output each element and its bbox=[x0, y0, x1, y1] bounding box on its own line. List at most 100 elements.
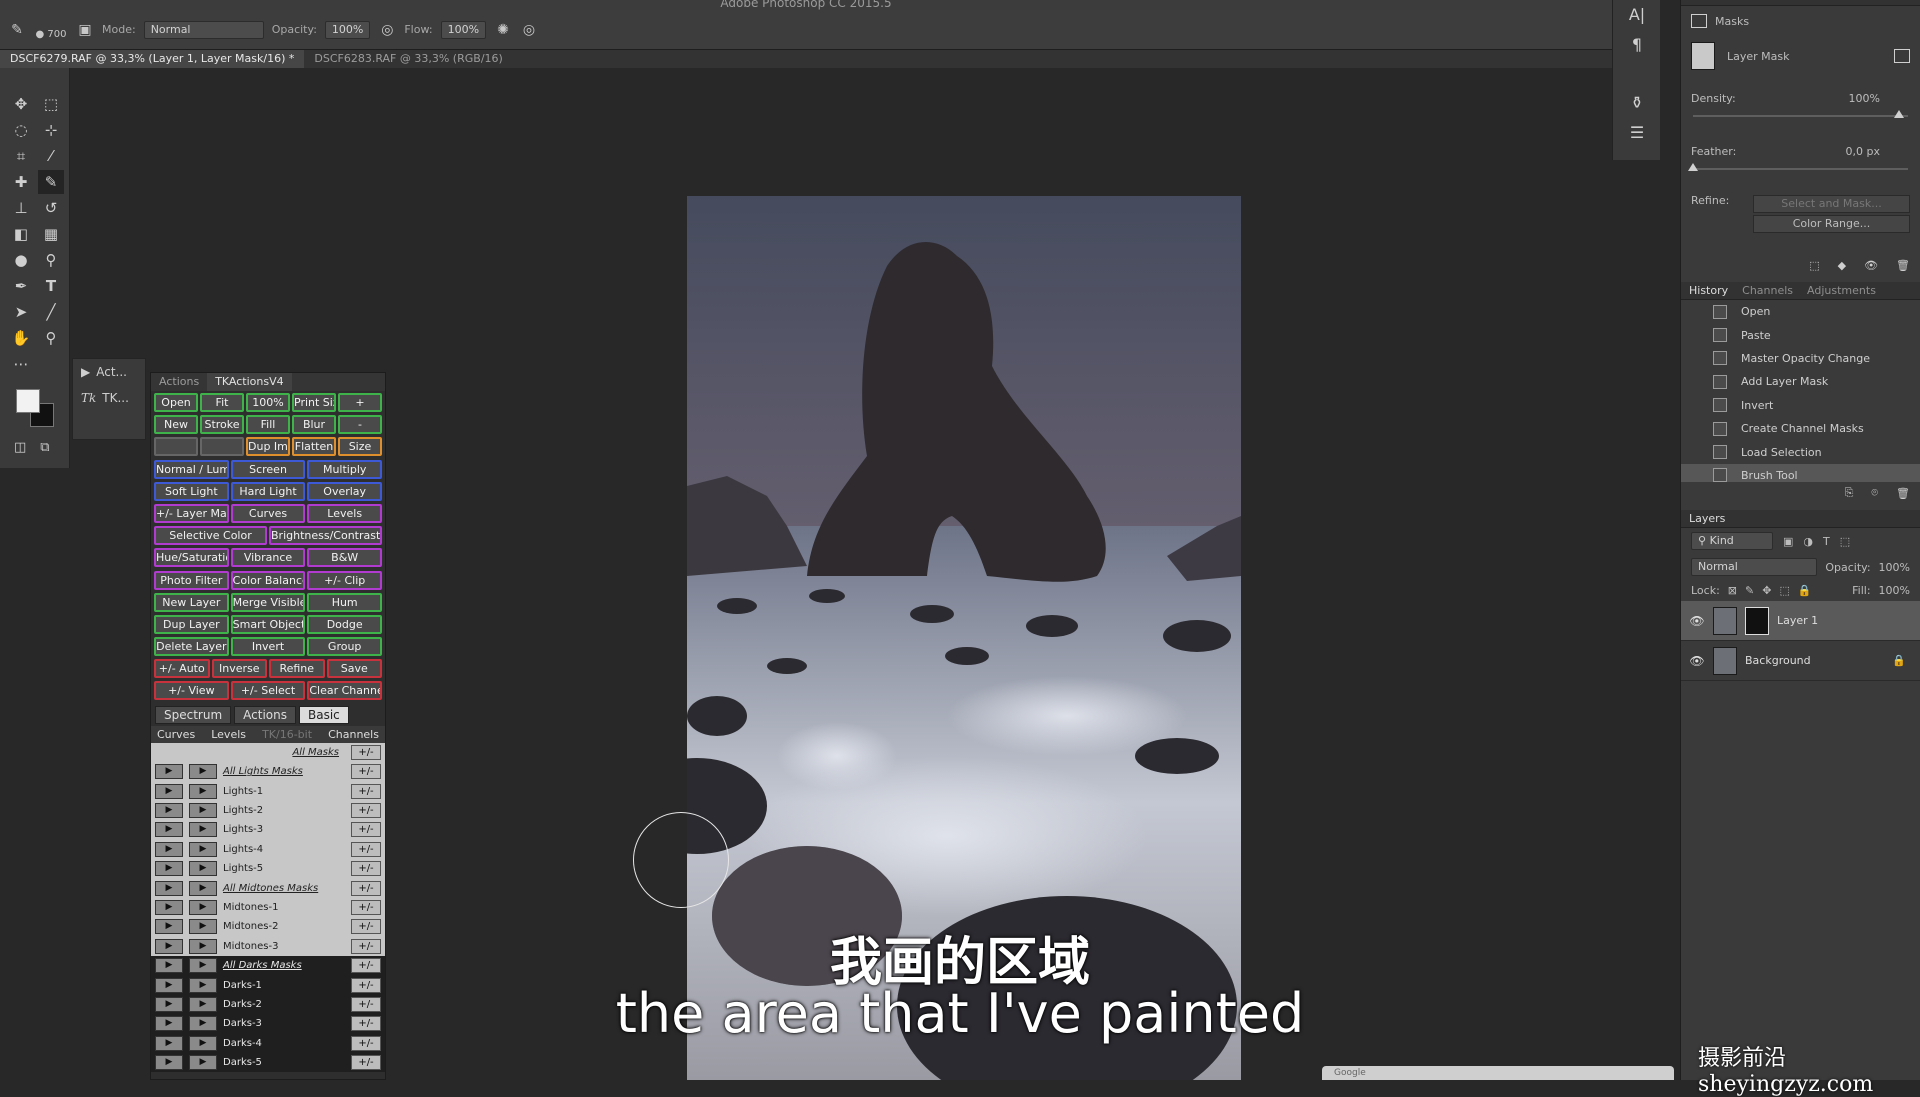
tk-button[interactable]: Curves bbox=[230, 503, 306, 523]
curves-play-button[interactable]: ▶ bbox=[155, 880, 183, 896]
airbrush-icon[interactable]: ✺ bbox=[494, 21, 512, 39]
hand-tool-icon[interactable]: ✋ bbox=[8, 326, 34, 350]
tk-button[interactable]: Delete Layer bbox=[154, 637, 229, 657]
tk-button[interactable]: +/- Select bbox=[230, 681, 306, 701]
mask-toggle-button[interactable]: +/- bbox=[351, 822, 381, 838]
snapshot-icon[interactable]: ⌾ bbox=[1871, 486, 1878, 500]
mask-toggle-button[interactable]: +/- bbox=[351, 841, 381, 857]
history-state[interactable]: Paste bbox=[1681, 323, 1920, 346]
mask-label[interactable]: Lights-2 bbox=[223, 805, 263, 816]
brush-presets-icon[interactable]: ⚱ bbox=[1613, 88, 1661, 118]
tk-button[interactable]: Normal / Lum bbox=[154, 459, 229, 479]
levels-play-button[interactable]: ▶ bbox=[189, 822, 217, 838]
load-selection-icon[interactable]: ⬚ bbox=[1809, 259, 1819, 272]
history-state[interactable]: Create Channel Masks bbox=[1681, 417, 1920, 440]
tk-button[interactable]: Dodge bbox=[307, 614, 383, 634]
curves-play-button[interactable]: ▶ bbox=[155, 861, 183, 877]
layers-title[interactable]: Layers bbox=[1689, 512, 1725, 525]
lock-image-icon[interactable]: ✎ bbox=[1745, 584, 1754, 597]
history-brush-tool-icon[interactable]: ↺ bbox=[38, 196, 64, 220]
subtab-spectrum[interactable]: Spectrum bbox=[155, 705, 232, 724]
lasso-tool-icon[interactable]: ◌ bbox=[8, 118, 34, 142]
tk-button[interactable]: New Layer bbox=[154, 592, 229, 612]
mask-toggle-button[interactable]: +/- bbox=[351, 783, 381, 799]
flow-field[interactable]: 100% bbox=[440, 20, 487, 39]
tk-button[interactable]: Open bbox=[154, 393, 198, 412]
tab-channels[interactable]: Channels bbox=[1742, 284, 1793, 297]
tab-adjustments[interactable]: Adjustments bbox=[1807, 284, 1876, 297]
levels-play-button[interactable]: ▶ bbox=[189, 764, 217, 780]
history-state[interactable]: Invert bbox=[1681, 394, 1920, 417]
subtab-actions[interactable]: Actions bbox=[234, 705, 296, 724]
tk-button[interactable]: Stroke bbox=[200, 415, 244, 435]
brush-settings-icon[interactable]: ▣ bbox=[76, 21, 94, 39]
toggle-mask-icon[interactable]: 👁 bbox=[1864, 259, 1878, 272]
tk-button[interactable]: Size bbox=[338, 437, 382, 457]
tk-button[interactable]: Inverse bbox=[211, 659, 267, 679]
eraser-tool-icon[interactable]: ◧ bbox=[8, 222, 34, 246]
paragraph-panel-icon[interactable]: ¶ bbox=[1613, 30, 1661, 60]
tk-button[interactable]: Hard Light bbox=[230, 481, 306, 501]
brush-tool-icon[interactable]: ✎ bbox=[8, 21, 26, 39]
density-value[interactable]: 100% bbox=[1849, 92, 1880, 105]
color-range-button[interactable]: Color Range... bbox=[1753, 215, 1910, 233]
gradient-tool-icon[interactable]: ▦ bbox=[38, 222, 64, 246]
mask-label[interactable]: Lights-5 bbox=[223, 863, 263, 874]
document-tab-1[interactable]: DSCF6279.RAF @ 33,3% (Layer 1, Layer Mas… bbox=[0, 50, 305, 68]
tk-button[interactable]: - bbox=[338, 415, 382, 435]
marquee-tool-icon[interactable]: ⬚ bbox=[38, 92, 64, 116]
adjust-panel-icon[interactable]: ☰ bbox=[1613, 118, 1661, 148]
layer-mask-thumbnail[interactable] bbox=[1745, 606, 1769, 635]
eyedropper-tool-icon[interactable]: ⁄ bbox=[38, 144, 64, 168]
type-tool-icon[interactable]: T bbox=[38, 274, 64, 298]
tk-button[interactable]: Smart Object bbox=[230, 614, 306, 634]
feather-slider[interactable] bbox=[1688, 163, 1908, 171]
tk-button[interactable]: Dup Layer bbox=[154, 614, 229, 634]
tk-button[interactable]: New bbox=[154, 415, 198, 435]
feather-value[interactable]: 0,0 px bbox=[1846, 145, 1880, 158]
tk-button[interactable]: Brightness/Contrast bbox=[269, 526, 382, 546]
healing-tool-icon[interactable]: ✚ bbox=[8, 170, 34, 194]
tk-button[interactable]: + bbox=[338, 393, 382, 412]
filter-pixel-icon[interactable]: ▣ bbox=[1783, 535, 1793, 548]
tab-actions[interactable]: Actions bbox=[151, 373, 207, 391]
tk-button[interactable]: +/- Clip bbox=[307, 570, 383, 590]
tk-button[interactable]: Selective Color bbox=[154, 526, 267, 546]
tk-button[interactable]: Soft Light bbox=[154, 481, 229, 501]
new-document-icon[interactable]: ⎘ bbox=[1845, 486, 1854, 500]
mask-toggle-button[interactable]: +/- bbox=[351, 764, 381, 780]
blur-tool-icon[interactable]: ● bbox=[8, 248, 34, 272]
tk-button[interactable]: Vibrance bbox=[230, 548, 306, 568]
history-state[interactable]: Brush Tool bbox=[1681, 463, 1920, 482]
lock-transparent-icon[interactable]: ⊠ bbox=[1728, 584, 1737, 597]
mask-toggle-button[interactable]: +/- bbox=[351, 899, 381, 915]
layer-opacity-value[interactable]: 100% bbox=[1879, 561, 1910, 574]
history-state[interactable]: Open bbox=[1681, 300, 1920, 323]
tk-button[interactable]: B&W bbox=[307, 548, 383, 568]
clone-stamp-tool-icon[interactable]: ⊥ bbox=[8, 196, 34, 220]
brush-preset-icon[interactable]: ● 700 bbox=[34, 21, 68, 40]
feather-slider-knob[interactable] bbox=[1688, 163, 1698, 171]
mask-toggle-button[interactable]: +/- bbox=[351, 802, 381, 818]
tk-button[interactable]: +/- Auto bbox=[154, 659, 210, 679]
tab-tkactions[interactable]: TKActionsV4 bbox=[207, 373, 292, 391]
layer-row-background[interactable]: 👁 Background 🔒 bbox=[1681, 641, 1920, 681]
tk-button[interactable]: Refine bbox=[269, 659, 325, 679]
select-and-mask-button[interactable]: Select and Mask... bbox=[1753, 195, 1910, 213]
tk-button[interactable]: Blur bbox=[292, 415, 336, 435]
lock-all-icon[interactable]: 🔒 bbox=[1798, 584, 1812, 597]
levels-play-button[interactable]: ▶ bbox=[189, 1055, 217, 1071]
curves-play-button[interactable]: ▶ bbox=[155, 841, 183, 857]
line-tool-icon[interactable]: ╱ bbox=[38, 300, 64, 324]
delete-state-icon[interactable]: 🗑 bbox=[1896, 487, 1910, 500]
curves-play-button[interactable]: ▶ bbox=[155, 822, 183, 838]
opacity-field[interactable]: 100% bbox=[324, 20, 371, 39]
history-state[interactable]: Add Layer Mask bbox=[1681, 370, 1920, 393]
tk-button[interactable]: 100% bbox=[246, 393, 290, 412]
tk-button[interactable]: Dup Image bbox=[246, 437, 290, 457]
subtab-basic[interactable]: Basic bbox=[299, 705, 349, 724]
visibility-eye-icon[interactable]: 👁 bbox=[1689, 654, 1705, 668]
levels-play-button[interactable]: ▶ bbox=[189, 841, 217, 857]
quick-mask-icon[interactable]: ◫ bbox=[14, 440, 26, 458]
density-slider[interactable] bbox=[1693, 110, 1908, 118]
